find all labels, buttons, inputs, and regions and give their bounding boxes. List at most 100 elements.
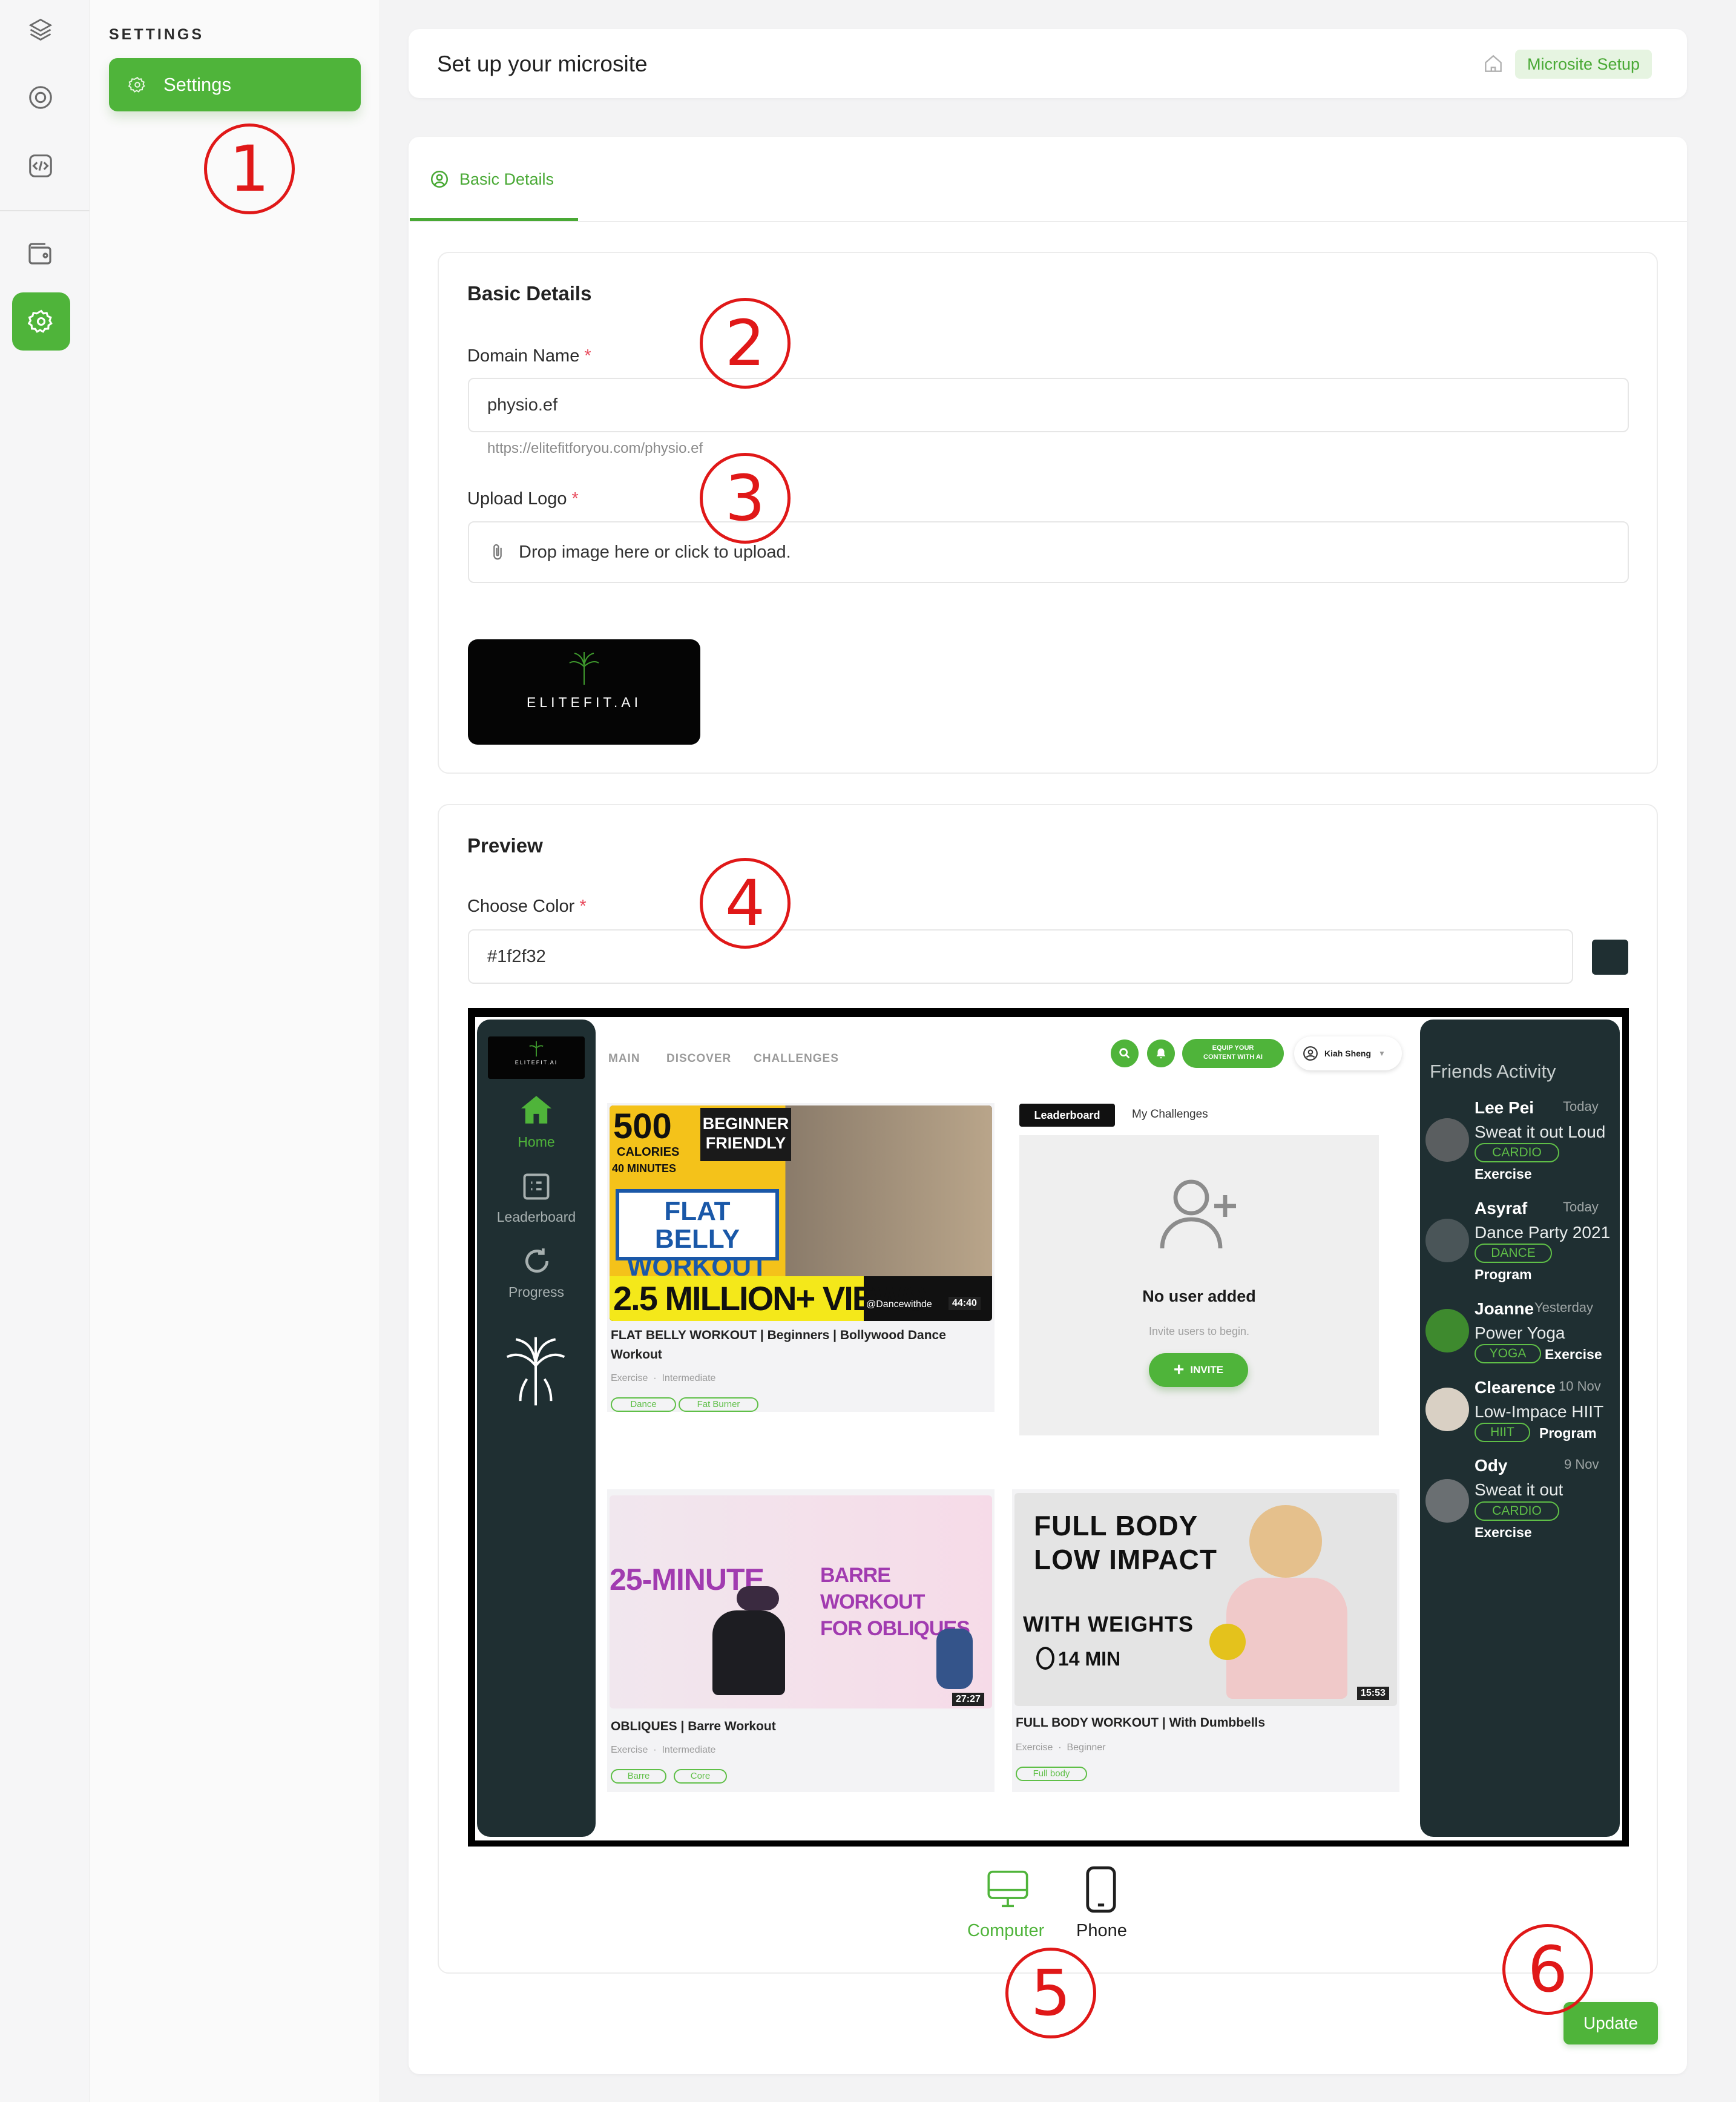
preview-heading: Preview [467, 834, 543, 857]
tab-basic-details[interactable]: Basic Details [429, 169, 554, 189]
friend-activity: Sweat it out Loud [1475, 1122, 1606, 1141]
friend-tag[interactable]: HIIT [1475, 1423, 1530, 1442]
friend-time: 9 Nov [1564, 1457, 1599, 1472]
video-tag[interactable]: Full body [1016, 1767, 1087, 1781]
tab-leaderboard[interactable]: Leaderboard [1019, 1104, 1115, 1127]
palm-icon [528, 1040, 545, 1057]
preview-nav-progress[interactable]: Progress [477, 1284, 596, 1300]
video-meta: Exercise · Intermediate [611, 1373, 716, 1383]
wallet-icon[interactable] [21, 234, 61, 274]
video-meta: Exercise · Beginner [1016, 1742, 1106, 1753]
friend-activity: Sweat it out [1475, 1480, 1563, 1499]
friend-tag[interactable]: DANCE [1475, 1244, 1552, 1263]
code-icon[interactable] [21, 146, 61, 186]
tab-underline [410, 218, 578, 221]
marker-6: 6 [1502, 1924, 1593, 2015]
friend-activity: Low-Impace HIIT [1475, 1402, 1604, 1421]
avatar [1425, 1219, 1469, 1262]
phone-icon[interactable] [1079, 1865, 1123, 1914]
friend-type: Exercise [1475, 1524, 1532, 1540]
plus-icon: + [1173, 1360, 1185, 1380]
lifebuoy-icon[interactable] [21, 77, 61, 117]
device-phone-label[interactable]: Phone [1076, 1921, 1127, 1941]
logo-text: ELITEFIT.AI [527, 694, 642, 710]
subnav-item-label: Settings [163, 74, 232, 95]
preview-cta-button[interactable]: EQUIP YOUR CONTENT WITH AI [1182, 1039, 1284, 1068]
breadcrumb[interactable]: Microsite Setup [1515, 50, 1652, 79]
friend-type: Exercise [1545, 1346, 1602, 1362]
video-thumbnail[interactable]: 500 CALORIES 40 MINUTES BEGINNER FRIENDLY… [610, 1105, 992, 1321]
palm-icon [566, 650, 602, 686]
marker-5: 5 [1005, 1948, 1096, 2038]
video-tag[interactable]: Barre [611, 1769, 666, 1784]
marker-2: 2 [700, 298, 791, 389]
palm-logo-icon [502, 1335, 569, 1408]
refresh-icon[interactable] [522, 1246, 552, 1276]
subnav-title: SETTINGS [109, 26, 205, 43]
friend-name: Joanne [1475, 1299, 1534, 1318]
device-computer-label[interactable]: Computer [967, 1921, 1044, 1941]
tab-my-challenges[interactable]: My Challenges [1132, 1108, 1208, 1121]
marker-1: 1 [204, 124, 295, 214]
friend-tag[interactable]: YOGA [1475, 1344, 1541, 1363]
video-tag[interactable]: Core [674, 1769, 727, 1784]
invite-button[interactable]: + INVITE [1149, 1353, 1248, 1387]
friend-tag[interactable]: CARDIO [1475, 1143, 1559, 1162]
layers-icon[interactable] [21, 10, 61, 50]
friend-activity: Dance Party 2021 [1475, 1223, 1611, 1242]
bell-icon [1156, 1048, 1166, 1059]
gear-icon [128, 76, 145, 93]
preview-search-button[interactable] [1111, 1039, 1139, 1067]
search-icon [1119, 1048, 1130, 1059]
chevron-down-icon: ▼ [1378, 1049, 1386, 1058]
preview-logo-text: ELITEFIT.AI [515, 1059, 558, 1066]
friend-time: 10 Nov [1559, 1379, 1601, 1394]
video-meta: Exercise · Intermediate [611, 1745, 716, 1755]
video-tag[interactable]: Dance [611, 1397, 676, 1412]
home-icon[interactable] [519, 1095, 553, 1125]
paperclip-icon [493, 544, 502, 560]
preview-user-menu[interactable]: Kiah Sheng ▼ [1294, 1036, 1402, 1070]
friend-name: Asyraf [1475, 1199, 1528, 1217]
friend-name: Clearence [1475, 1378, 1556, 1397]
empty-title: No user added [1142, 1287, 1256, 1305]
color-label: Choose Color * [467, 897, 587, 916]
video-tag[interactable]: Fat Burner [679, 1397, 758, 1412]
friend-time: Yesterday [1534, 1300, 1594, 1315]
preview-topnav-discover[interactable]: DISCOVER [666, 1052, 731, 1066]
friend-activity: Power Yoga [1475, 1323, 1565, 1342]
color-input[interactable]: #1f2f32 [468, 929, 1573, 984]
rail-divider [0, 210, 90, 211]
color-swatch[interactable] [1592, 940, 1628, 975]
domain-input[interactable]: physio.ef [468, 378, 1629, 432]
friend-tag[interactable]: CARDIO [1475, 1501, 1559, 1521]
avatar [1425, 1479, 1469, 1523]
video-thumbnail[interactable]: FULL BODY LOW IMPACT WITH WEIGHTS 14 MIN … [1014, 1493, 1397, 1706]
leaderboard-icon[interactable] [521, 1171, 552, 1202]
user-icon [1303, 1046, 1318, 1061]
video-title: FULL BODY WORKOUT | With Dumbbells [1016, 1716, 1266, 1730]
friend-type: Program [1475, 1267, 1532, 1282]
preview-nav-home[interactable]: Home [477, 1134, 596, 1150]
preview-topnav-challenges[interactable]: CHALLENGES [754, 1052, 839, 1066]
video-title: FLAT BELLY WORKOUT | Beginners | Bollywo… [611, 1328, 946, 1362]
marker-4: 4 [700, 858, 791, 949]
empty-subtitle: Invite users to begin. [1148, 1325, 1250, 1337]
preview-topnav-main[interactable]: MAIN [608, 1052, 640, 1066]
friend-name: Ody [1475, 1456, 1508, 1475]
tab-divider [410, 221, 1687, 222]
update-button[interactable]: Update [1563, 2002, 1658, 2044]
avatar [1425, 1309, 1469, 1352]
subnav-item-settings[interactable]: Settings [109, 58, 361, 111]
user-circle-icon [430, 170, 449, 188]
monitor-icon[interactable] [984, 1865, 1032, 1913]
logo-dropzone[interactable]: Drop image here or click to upload. [468, 521, 1629, 583]
home-icon[interactable] [1482, 52, 1505, 75]
page-title: Set up your microsite [437, 51, 648, 76]
section-heading: Basic Details [467, 282, 592, 305]
domain-label: Domain Name * [467, 346, 591, 366]
preview-nav-leaderboard[interactable]: Leaderboard [477, 1209, 596, 1225]
settings-icon[interactable] [12, 292, 70, 351]
video-thumbnail[interactable]: 25-MINUTE BARRE WORKOUT FOR OBLIQUES 27:2… [610, 1495, 992, 1708]
preview-notification-button[interactable] [1147, 1039, 1175, 1067]
